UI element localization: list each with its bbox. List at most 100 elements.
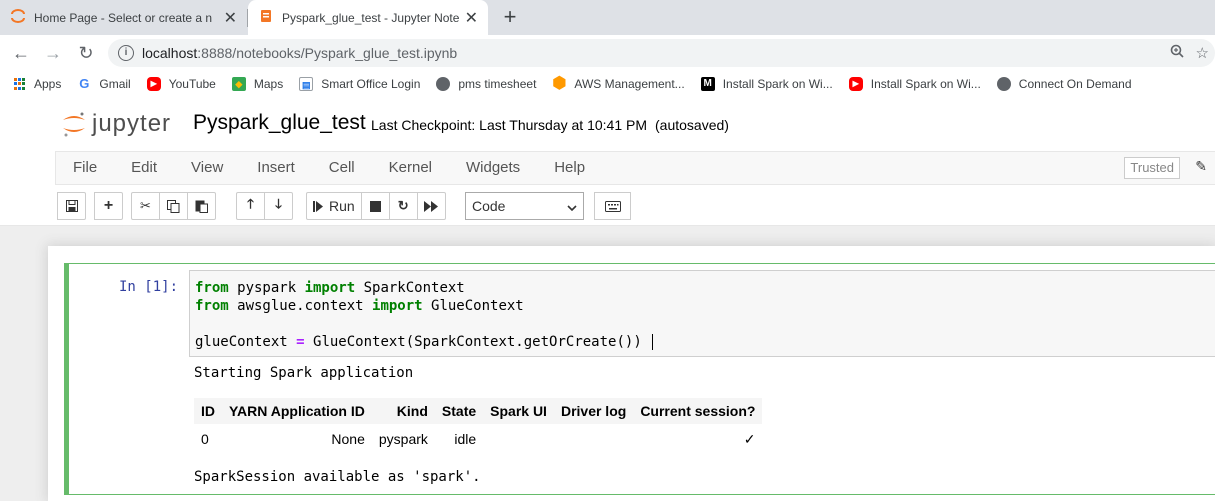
menu-help[interactable]: Help [537, 151, 602, 185]
table-cell [554, 424, 633, 454]
notebook-container: In [1]: from pyspark import SparkContext… [48, 246, 1215, 501]
menu-widgets[interactable]: Widgets [449, 151, 537, 185]
insert-cell-button[interactable]: + [94, 192, 123, 220]
restart-button[interactable]: ↻ [388, 192, 418, 220]
table-row: 0 None pyspark idle ✓ [194, 424, 762, 454]
bookmark-label: Apps [34, 77, 62, 91]
jupyter-logo-icon [62, 109, 86, 139]
menu-kernel[interactable]: Kernel [372, 151, 449, 185]
browser-tab-notebook[interactable]: Pyspark_glue_test - Jupyter Note ✕ [248, 0, 488, 35]
url-host: localhost [142, 45, 198, 61]
trusted-indicator[interactable]: Trusted [1124, 157, 1180, 179]
bookmark-aws[interactable]: ⬢ AWS Management... [552, 76, 685, 92]
text-cursor [651, 334, 653, 350]
move-up-button[interactable]: 🡑 [236, 192, 265, 220]
bookmark-label: Maps [253, 77, 284, 91]
column-header: ID [194, 398, 222, 424]
copy-icon [167, 199, 180, 213]
run-button[interactable]: Run [306, 192, 362, 220]
move-down-button[interactable]: 🡓 [264, 192, 293, 220]
close-tab-icon[interactable]: ✕ [465, 8, 478, 28]
paste-icon [195, 200, 208, 213]
menu-insert[interactable]: Insert [240, 151, 312, 185]
step-forward-icon [313, 200, 323, 212]
bookmark-label: YouTube [168, 77, 216, 91]
copy-button[interactable] [159, 192, 188, 220]
save-group [57, 192, 86, 220]
cell-type-select[interactable]: Code [465, 192, 584, 220]
document-icon: ▤ [299, 77, 314, 91]
bookmark-label: pms timesheet [458, 77, 537, 91]
bookmark-label: AWS Management... [574, 77, 685, 91]
jupyter-favicon-icon [10, 8, 26, 27]
bookmark-install-spark-medium[interactable]: M Install Spark on Wi... [700, 77, 833, 91]
cell-output: Starting Spark application ID YARN Appli… [194, 364, 1194, 486]
clipboard-group: ✂ [131, 192, 216, 220]
code-operator: = [296, 334, 305, 350]
bookmark-maps[interactable]: ◆ Maps [231, 77, 284, 91]
bookmark-install-spark-youtube[interactable]: ▶ Install Spark on Wi... [848, 77, 981, 91]
insert-group: + [94, 192, 123, 220]
zoom-icon[interactable] [1170, 44, 1184, 62]
code-cell[interactable]: In [1]: from pyspark import SparkContext… [64, 263, 1215, 495]
code-text: pyspark [228, 280, 305, 296]
restart-run-all-button[interactable] [416, 192, 446, 220]
browser-tab-home[interactable]: Home Page - Select or create a n ✕ [0, 0, 247, 35]
back-arrow-icon[interactable]: ← [8, 40, 34, 66]
reload-icon[interactable]: ↻ [73, 40, 99, 66]
checkmark-icon: ✓ [743, 430, 756, 447]
run-group: Run ↻ [306, 192, 446, 220]
notebook-name[interactable]: Pyspark_glue_test [193, 111, 366, 135]
notebook-toolbar: + ✂ 🡑 🡓 Run ↻ Code [0, 186, 1215, 226]
jupyter-logo[interactable]: jupyter [62, 109, 171, 139]
pencil-icon[interactable]: ✎ [1195, 158, 1207, 175]
table-cell: None [331, 431, 365, 447]
forward-arrow-icon[interactable]: → [40, 40, 66, 66]
tab-title: Pyspark_glue_test - Jupyter Note [282, 10, 459, 25]
table-cell: 0 [201, 431, 209, 447]
bookmark-gmail[interactable]: G Gmail [77, 77, 130, 92]
bookmark-apps[interactable]: Apps [14, 77, 61, 91]
code-keyword: from [195, 280, 229, 296]
code-keyword: from [195, 298, 229, 314]
chevron-down-icon [567, 198, 577, 214]
run-label: Run [329, 198, 355, 214]
table-cell: pyspark [378, 431, 428, 447]
keyboard-icon [604, 200, 621, 212]
code-text: awsglue.context [228, 298, 373, 314]
bookmark-pms-timesheet[interactable]: pms timesheet [436, 77, 536, 91]
interrupt-button[interactable] [360, 192, 390, 220]
bookmark-youtube[interactable]: ▶ YouTube [146, 77, 216, 91]
paste-button[interactable] [187, 192, 216, 220]
notebook-favicon-icon [258, 8, 274, 27]
close-tab-icon[interactable]: ✕ [224, 8, 237, 28]
code-keyword: import [304, 280, 356, 296]
output-line: Starting Spark application [194, 365, 414, 381]
arrow-up-icon: 🡑 [247, 196, 254, 211]
plus-icon: + [103, 197, 114, 214]
autosave-status: (autosaved) [655, 117, 729, 133]
tab-title: Home Page - Select or create a n [34, 10, 213, 25]
menu-view[interactable]: View [174, 151, 240, 185]
bookmark-star-icon[interactable]: ☆ [1196, 44, 1209, 62]
address-bar[interactable]: i localhost:8888/notebooks/Pyspark_glue_… [108, 39, 1215, 67]
floppy-disk-icon [65, 200, 78, 212]
bookmark-connect-on-demand[interactable]: Connect On Demand [996, 77, 1132, 91]
site-info-icon[interactable]: i [118, 45, 134, 61]
save-button[interactable] [57, 192, 86, 220]
menu-cell[interactable]: Cell [312, 151, 372, 185]
code-editor[interactable]: from pyspark import SparkContext from aw… [189, 270, 1215, 357]
bookmark-smart-office[interactable]: ▤ Smart Office Login [299, 77, 420, 91]
cut-button[interactable]: ✂ [131, 192, 160, 220]
command-palette-button[interactable] [594, 192, 631, 220]
menu-file[interactable]: File [56, 151, 114, 185]
youtube-icon: ▶ [146, 77, 161, 91]
column-header: Driver log [553, 398, 634, 424]
menubar-container: File Edit View Insert Cell Kernel Widget… [0, 151, 1215, 186]
browser-tab-strip: Home Page - Select or create a n ✕ Pyspa… [0, 0, 1215, 35]
input-prompt: In [1]: [119, 279, 179, 295]
bookmarks-bar: Apps G Gmail ▶ YouTube ◆ Maps ▤ Smart Of… [0, 70, 1215, 98]
jupyter-logo-text: jupyter [92, 110, 172, 137]
new-tab-button[interactable]: + [498, 4, 522, 30]
menu-edit[interactable]: Edit [114, 151, 174, 185]
